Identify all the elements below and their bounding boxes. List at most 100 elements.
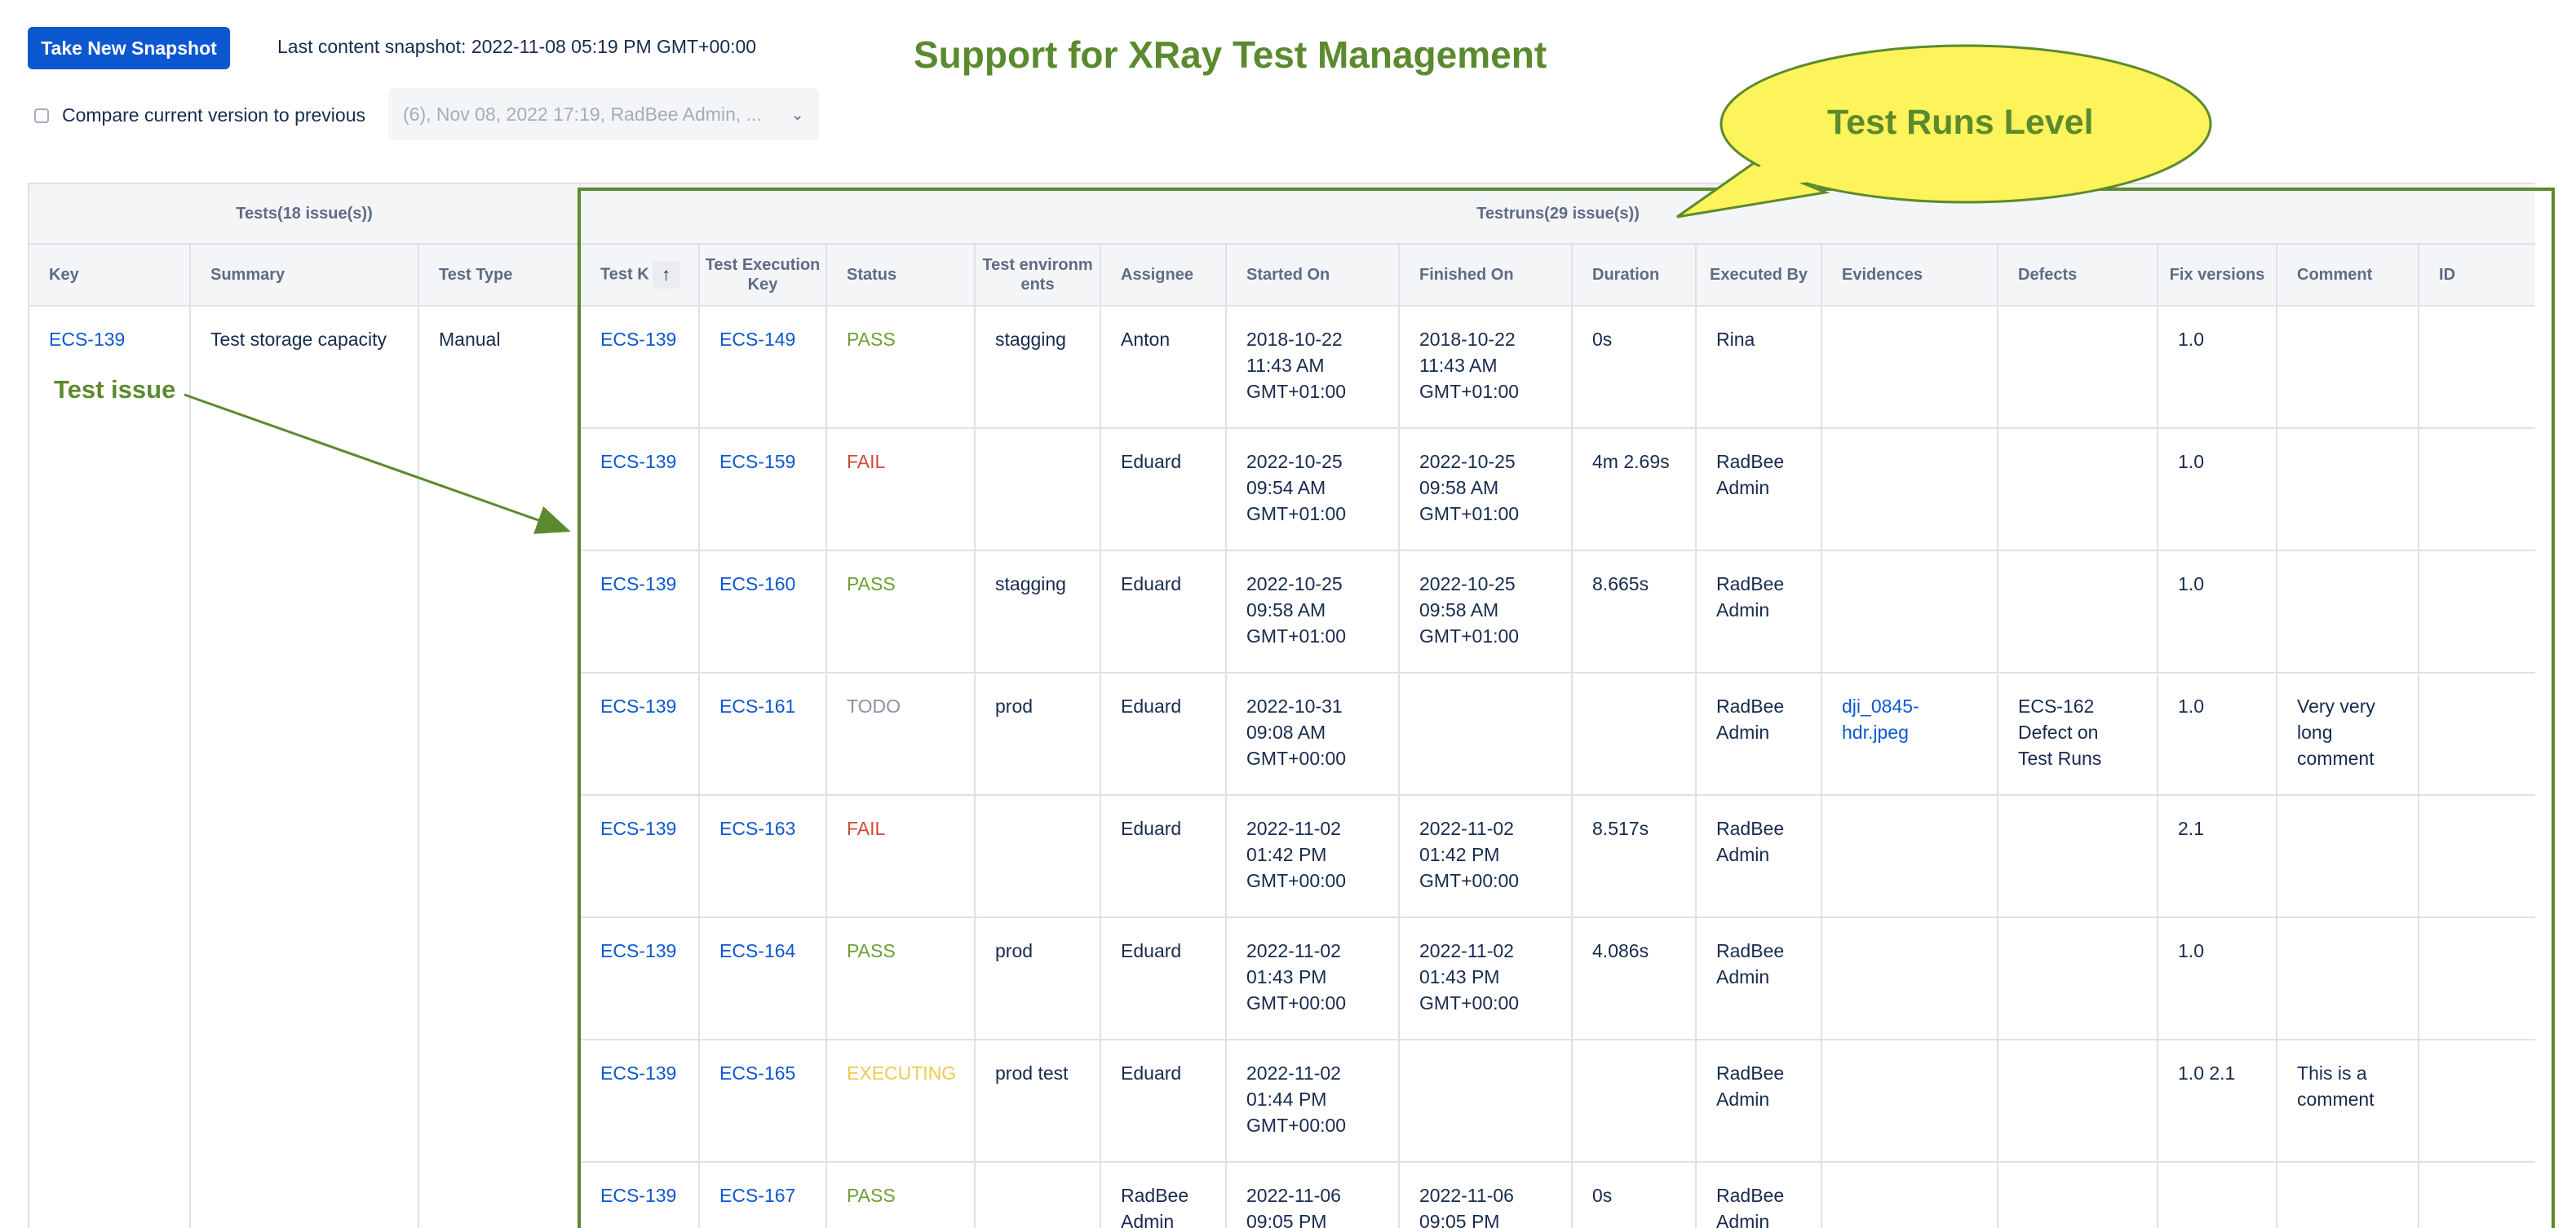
run-exec-key-link[interactable]: ECS-161 bbox=[719, 696, 795, 717]
finished-cell bbox=[1398, 672, 1573, 796]
status-cell: PASS bbox=[825, 917, 976, 1040]
id-cell bbox=[2418, 672, 2535, 796]
evidence-cell bbox=[1821, 794, 1999, 918]
col-id[interactable]: ID bbox=[2418, 243, 2535, 307]
test-key-link[interactable]: ECS-139 bbox=[49, 329, 125, 350]
col-test-environments[interactable]: Test environments bbox=[974, 243, 1102, 307]
id-cell bbox=[2418, 917, 2535, 1040]
run-test-key-link[interactable]: ECS-139 bbox=[600, 696, 676, 717]
defects-cell bbox=[1997, 550, 2159, 674]
version-select[interactable]: (6), Nov 08, 2022 17:19, RadBee Admin, .… bbox=[388, 88, 819, 140]
status-cell: PASS bbox=[825, 305, 976, 429]
run-exec-key-link[interactable]: ECS-167 bbox=[719, 1185, 795, 1206]
executed-by-cell: RadBee Admin bbox=[1695, 794, 1823, 918]
col-status[interactable]: Status bbox=[825, 243, 976, 307]
take-snapshot-button[interactable]: Take New Snapshot bbox=[28, 27, 230, 69]
duration-cell bbox=[1571, 672, 1697, 796]
started-cell: 2022-10-31 09:08 AM GMT+00:00 bbox=[1225, 672, 1401, 796]
evidence-link[interactable]: dji_0845-hdr.jpeg bbox=[1842, 696, 1919, 743]
comment-cell: This is a comment bbox=[2276, 1039, 2420, 1163]
run-exec-key-link[interactable]: ECS-160 bbox=[719, 573, 795, 594]
fix-cell: 1.0 bbox=[2157, 672, 2278, 796]
id-cell bbox=[2418, 1161, 2535, 1228]
duration-cell: 4m 2.69s bbox=[1571, 427, 1697, 551]
col-test-type[interactable]: Test Type bbox=[417, 243, 582, 307]
defects-cell bbox=[1997, 917, 2159, 1040]
id-cell bbox=[2418, 305, 2535, 429]
fix-cell: 1.0 bbox=[2157, 917, 2278, 1040]
col-summary[interactable]: Summary bbox=[189, 243, 419, 307]
run-exec-key-link[interactable]: ECS-163 bbox=[719, 818, 795, 839]
started-cell: 2018-10-22 11:43 AM GMT+01:00 bbox=[1225, 305, 1401, 429]
report-table: Tests(18 issue(s)) Testruns(29 issue(s))… bbox=[28, 183, 2535, 1228]
table-row: ECS-139 Test storage capacity Manual ECS… bbox=[28, 305, 2535, 1228]
started-cell: 2022-11-02 01:43 PM GMT+00:00 bbox=[1225, 917, 1401, 1040]
version-select-value: (6), Nov 08, 2022 17:19, RadBee Admin, .… bbox=[403, 103, 762, 125]
run-test-key-link[interactable]: ECS-139 bbox=[600, 818, 676, 839]
col-defects[interactable]: Defects bbox=[1997, 243, 2159, 307]
col-test-key[interactable]: Test K ↑ bbox=[579, 243, 701, 307]
duration-cell: 8.517s bbox=[1571, 794, 1697, 918]
run-test-key-link[interactable]: ECS-139 bbox=[600, 329, 676, 350]
defects-cell bbox=[1997, 305, 2159, 429]
col-test-execution-key[interactable]: Test Execution Key bbox=[698, 243, 828, 307]
started-cell: 2022-11-02 01:44 PM GMT+00:00 bbox=[1225, 1039, 1401, 1163]
assignee-cell: Eduard bbox=[1100, 550, 1228, 674]
col-assignee[interactable]: Assignee bbox=[1100, 243, 1228, 307]
status-cell: TODO bbox=[825, 672, 976, 796]
finished-cell: 2022-11-02 01:42 PM GMT+00:00 bbox=[1398, 794, 1573, 918]
executed-by-cell: RadBee Admin bbox=[1695, 1039, 1823, 1163]
test-key-cell: ECS-139 bbox=[28, 305, 191, 1228]
env-cell bbox=[974, 1161, 1102, 1228]
comment-cell bbox=[2276, 917, 2420, 1040]
report-table-container: Tests(18 issue(s)) Testruns(29 issue(s))… bbox=[28, 183, 2535, 1228]
assignee-cell: Anton bbox=[1100, 305, 1228, 429]
run-test-key-link[interactable]: ECS-139 bbox=[600, 1185, 676, 1206]
compare-toggle[interactable]: Compare current version to previous bbox=[34, 104, 365, 126]
comment-cell bbox=[2276, 1161, 2420, 1228]
duration-cell: 8.665s bbox=[1571, 550, 1697, 674]
comment-cell bbox=[2276, 427, 2420, 551]
status-cell: FAIL bbox=[825, 794, 976, 918]
run-exec-key-link[interactable]: ECS-164 bbox=[719, 940, 795, 961]
evidence-cell bbox=[1821, 427, 1999, 551]
evidence-cell bbox=[1821, 1161, 1999, 1228]
env-cell bbox=[974, 794, 1102, 918]
compare-checkbox[interactable] bbox=[34, 108, 49, 123]
started-cell: 2022-11-06 09:05 PM bbox=[1225, 1161, 1401, 1228]
table-body: ECS-139 Test storage capacity Manual ECS… bbox=[28, 305, 2535, 1228]
test-type-cell: Manual bbox=[417, 305, 582, 1228]
executed-by-cell: RadBee Admin bbox=[1695, 917, 1823, 1040]
run-test-key-link[interactable]: ECS-139 bbox=[600, 573, 676, 594]
tests-group-header: Tests(18 issue(s)) bbox=[28, 183, 582, 245]
run-exec-key-link[interactable]: ECS-165 bbox=[719, 1062, 795, 1084]
col-executed-by[interactable]: Executed By bbox=[1695, 243, 1823, 307]
run-exec-key-link[interactable]: ECS-149 bbox=[719, 329, 795, 350]
evidence-cell bbox=[1821, 917, 1999, 1040]
col-key[interactable]: Key bbox=[28, 243, 191, 307]
bubble-label: Test Runs Level bbox=[1827, 103, 2094, 142]
evidence-cell: dji_0845-hdr.jpeg bbox=[1821, 672, 1999, 796]
run-test-key-link[interactable]: ECS-139 bbox=[600, 1062, 676, 1084]
env-cell: stagging bbox=[974, 305, 1102, 429]
fix-cell: 1.0 bbox=[2157, 427, 2278, 551]
sort-arrow-up-icon[interactable]: ↑ bbox=[652, 261, 680, 289]
col-started-on[interactable]: Started On bbox=[1225, 243, 1401, 307]
env-cell: stagging bbox=[974, 550, 1102, 674]
fix-cell bbox=[2157, 1161, 2278, 1228]
run-test-key-link[interactable]: ECS-139 bbox=[600, 451, 676, 472]
col-finished-on[interactable]: Finished On bbox=[1398, 243, 1573, 307]
col-fix-versions[interactable]: Fix versions bbox=[2157, 243, 2278, 307]
col-comment[interactable]: Comment bbox=[2276, 243, 2420, 307]
id-cell bbox=[2418, 550, 2535, 674]
col-evidences[interactable]: Evidences bbox=[1821, 243, 1999, 307]
fix-cell: 1.0 bbox=[2157, 550, 2278, 674]
run-exec-key-link[interactable]: ECS-159 bbox=[719, 451, 795, 472]
run-test-key-link[interactable]: ECS-139 bbox=[600, 940, 676, 961]
executed-by-cell: RadBee Admin bbox=[1695, 427, 1823, 551]
executed-by-cell: RadBee Admin bbox=[1695, 550, 1823, 674]
finished-cell: 2022-11-02 01:43 PM GMT+00:00 bbox=[1398, 917, 1573, 1040]
col-duration[interactable]: Duration bbox=[1571, 243, 1697, 307]
status-cell: EXECUTING bbox=[825, 1039, 976, 1163]
chevron-down-icon: ⌄ bbox=[790, 105, 804, 124]
